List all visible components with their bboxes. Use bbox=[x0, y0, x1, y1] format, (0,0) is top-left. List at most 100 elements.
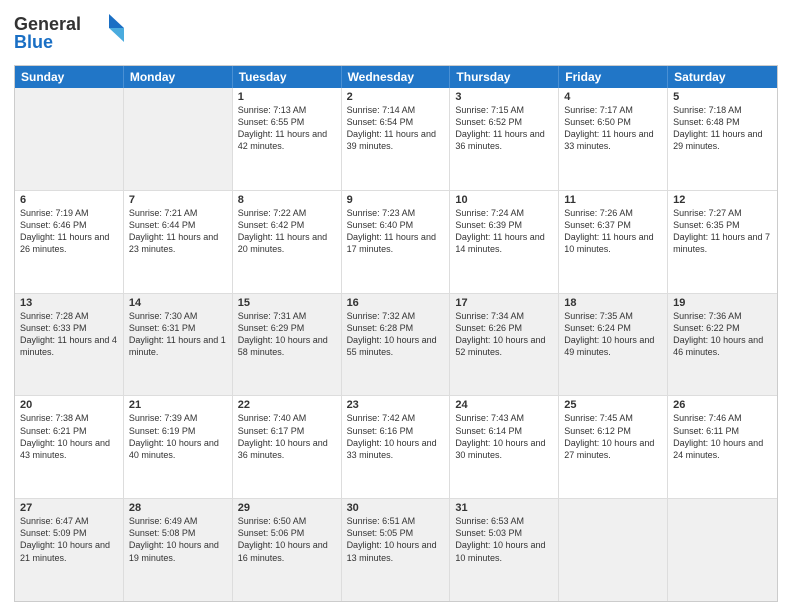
logo-text: General Blue bbox=[14, 10, 124, 59]
svg-text:General: General bbox=[14, 14, 81, 34]
calendar-cell: 18Sunrise: 7:35 AM Sunset: 6:24 PM Dayli… bbox=[559, 294, 668, 396]
day-number: 9 bbox=[347, 194, 445, 206]
calendar-cell bbox=[15, 88, 124, 190]
calendar-cell: 3Sunrise: 7:15 AM Sunset: 6:52 PM Daylig… bbox=[450, 88, 559, 190]
calendar-cell: 15Sunrise: 7:31 AM Sunset: 6:29 PM Dayli… bbox=[233, 294, 342, 396]
calendar-cell: 4Sunrise: 7:17 AM Sunset: 6:50 PM Daylig… bbox=[559, 88, 668, 190]
day-info: Sunrise: 7:21 AM Sunset: 6:44 PM Dayligh… bbox=[129, 207, 227, 256]
calendar-cell: 5Sunrise: 7:18 AM Sunset: 6:48 PM Daylig… bbox=[668, 88, 777, 190]
day-info: Sunrise: 7:28 AM Sunset: 6:33 PM Dayligh… bbox=[20, 310, 118, 359]
calendar-cell: 16Sunrise: 7:32 AM Sunset: 6:28 PM Dayli… bbox=[342, 294, 451, 396]
day-number: 7 bbox=[129, 194, 227, 206]
day-number: 4 bbox=[564, 91, 662, 103]
calendar-cell: 2Sunrise: 7:14 AM Sunset: 6:54 PM Daylig… bbox=[342, 88, 451, 190]
calendar-cell: 8Sunrise: 7:22 AM Sunset: 6:42 PM Daylig… bbox=[233, 191, 342, 293]
calendar-cell: 13Sunrise: 7:28 AM Sunset: 6:33 PM Dayli… bbox=[15, 294, 124, 396]
day-number: 31 bbox=[455, 502, 553, 514]
calendar-cell: 1Sunrise: 7:13 AM Sunset: 6:55 PM Daylig… bbox=[233, 88, 342, 190]
day-info: Sunrise: 7:46 AM Sunset: 6:11 PM Dayligh… bbox=[673, 412, 772, 461]
day-info: Sunrise: 6:51 AM Sunset: 5:05 PM Dayligh… bbox=[347, 515, 445, 564]
calendar-cell: 23Sunrise: 7:42 AM Sunset: 6:16 PM Dayli… bbox=[342, 396, 451, 498]
day-info: Sunrise: 7:32 AM Sunset: 6:28 PM Dayligh… bbox=[347, 310, 445, 359]
calendar-cell: 25Sunrise: 7:45 AM Sunset: 6:12 PM Dayli… bbox=[559, 396, 668, 498]
day-number: 21 bbox=[129, 399, 227, 411]
calendar-page: General Blue SundayMondayTuesdayWednesda… bbox=[0, 0, 792, 612]
calendar-cell bbox=[559, 499, 668, 601]
calendar-header-row: SundayMondayTuesdayWednesdayThursdayFrid… bbox=[15, 66, 777, 88]
calendar-week-4: 20Sunrise: 7:38 AM Sunset: 6:21 PM Dayli… bbox=[15, 395, 777, 498]
header-day-sunday: Sunday bbox=[15, 66, 124, 88]
calendar-cell: 24Sunrise: 7:43 AM Sunset: 6:14 PM Dayli… bbox=[450, 396, 559, 498]
calendar-cell: 28Sunrise: 6:49 AM Sunset: 5:08 PM Dayli… bbox=[124, 499, 233, 601]
day-number: 22 bbox=[238, 399, 336, 411]
calendar-cell: 10Sunrise: 7:24 AM Sunset: 6:39 PM Dayli… bbox=[450, 191, 559, 293]
calendar-week-3: 13Sunrise: 7:28 AM Sunset: 6:33 PM Dayli… bbox=[15, 293, 777, 396]
day-info: Sunrise: 7:42 AM Sunset: 6:16 PM Dayligh… bbox=[347, 412, 445, 461]
header-day-tuesday: Tuesday bbox=[233, 66, 342, 88]
day-info: Sunrise: 7:36 AM Sunset: 6:22 PM Dayligh… bbox=[673, 310, 772, 359]
day-info: Sunrise: 6:50 AM Sunset: 5:06 PM Dayligh… bbox=[238, 515, 336, 564]
day-info: Sunrise: 7:27 AM Sunset: 6:35 PM Dayligh… bbox=[673, 207, 772, 256]
calendar-cell: 20Sunrise: 7:38 AM Sunset: 6:21 PM Dayli… bbox=[15, 396, 124, 498]
day-number: 15 bbox=[238, 297, 336, 309]
day-info: Sunrise: 7:23 AM Sunset: 6:40 PM Dayligh… bbox=[347, 207, 445, 256]
day-info: Sunrise: 7:26 AM Sunset: 6:37 PM Dayligh… bbox=[564, 207, 662, 256]
day-info: Sunrise: 6:47 AM Sunset: 5:09 PM Dayligh… bbox=[20, 515, 118, 564]
day-number: 24 bbox=[455, 399, 553, 411]
day-info: Sunrise: 6:49 AM Sunset: 5:08 PM Dayligh… bbox=[129, 515, 227, 564]
header-day-wednesday: Wednesday bbox=[342, 66, 451, 88]
calendar-cell: 31Sunrise: 6:53 AM Sunset: 5:03 PM Dayli… bbox=[450, 499, 559, 601]
day-number: 8 bbox=[238, 194, 336, 206]
calendar-cell: 19Sunrise: 7:36 AM Sunset: 6:22 PM Dayli… bbox=[668, 294, 777, 396]
calendar-cell: 7Sunrise: 7:21 AM Sunset: 6:44 PM Daylig… bbox=[124, 191, 233, 293]
calendar-week-2: 6Sunrise: 7:19 AM Sunset: 6:46 PM Daylig… bbox=[15, 190, 777, 293]
day-number: 30 bbox=[347, 502, 445, 514]
day-info: Sunrise: 7:35 AM Sunset: 6:24 PM Dayligh… bbox=[564, 310, 662, 359]
calendar-cell: 29Sunrise: 6:50 AM Sunset: 5:06 PM Dayli… bbox=[233, 499, 342, 601]
day-number: 14 bbox=[129, 297, 227, 309]
calendar-cell: 26Sunrise: 7:46 AM Sunset: 6:11 PM Dayli… bbox=[668, 396, 777, 498]
day-number: 17 bbox=[455, 297, 553, 309]
day-info: Sunrise: 7:24 AM Sunset: 6:39 PM Dayligh… bbox=[455, 207, 553, 256]
svg-text:Blue: Blue bbox=[14, 32, 53, 52]
day-number: 10 bbox=[455, 194, 553, 206]
day-info: Sunrise: 6:53 AM Sunset: 5:03 PM Dayligh… bbox=[455, 515, 553, 564]
header-day-monday: Monday bbox=[124, 66, 233, 88]
day-number: 6 bbox=[20, 194, 118, 206]
day-info: Sunrise: 7:22 AM Sunset: 6:42 PM Dayligh… bbox=[238, 207, 336, 256]
calendar-cell: 9Sunrise: 7:23 AM Sunset: 6:40 PM Daylig… bbox=[342, 191, 451, 293]
day-number: 3 bbox=[455, 91, 553, 103]
day-number: 19 bbox=[673, 297, 772, 309]
calendar-week-1: 1Sunrise: 7:13 AM Sunset: 6:55 PM Daylig… bbox=[15, 88, 777, 190]
day-number: 29 bbox=[238, 502, 336, 514]
calendar-cell bbox=[668, 499, 777, 601]
calendar-cell: 6Sunrise: 7:19 AM Sunset: 6:46 PM Daylig… bbox=[15, 191, 124, 293]
day-number: 23 bbox=[347, 399, 445, 411]
day-number: 13 bbox=[20, 297, 118, 309]
calendar-cell: 21Sunrise: 7:39 AM Sunset: 6:19 PM Dayli… bbox=[124, 396, 233, 498]
day-number: 2 bbox=[347, 91, 445, 103]
day-info: Sunrise: 7:43 AM Sunset: 6:14 PM Dayligh… bbox=[455, 412, 553, 461]
calendar-body: 1Sunrise: 7:13 AM Sunset: 6:55 PM Daylig… bbox=[15, 88, 777, 601]
header-day-thursday: Thursday bbox=[450, 66, 559, 88]
header: General Blue bbox=[14, 10, 778, 59]
calendar-cell: 22Sunrise: 7:40 AM Sunset: 6:17 PM Dayli… bbox=[233, 396, 342, 498]
calendar-cell: 30Sunrise: 6:51 AM Sunset: 5:05 PM Dayli… bbox=[342, 499, 451, 601]
day-info: Sunrise: 7:14 AM Sunset: 6:54 PM Dayligh… bbox=[347, 104, 445, 153]
day-number: 25 bbox=[564, 399, 662, 411]
day-info: Sunrise: 7:40 AM Sunset: 6:17 PM Dayligh… bbox=[238, 412, 336, 461]
calendar: SundayMondayTuesdayWednesdayThursdayFrid… bbox=[14, 65, 778, 602]
calendar-cell: 27Sunrise: 6:47 AM Sunset: 5:09 PM Dayli… bbox=[15, 499, 124, 601]
day-number: 28 bbox=[129, 502, 227, 514]
day-info: Sunrise: 7:13 AM Sunset: 6:55 PM Dayligh… bbox=[238, 104, 336, 153]
logo-svg: General Blue bbox=[14, 10, 124, 54]
day-number: 16 bbox=[347, 297, 445, 309]
header-day-friday: Friday bbox=[559, 66, 668, 88]
day-info: Sunrise: 7:18 AM Sunset: 6:48 PM Dayligh… bbox=[673, 104, 772, 153]
day-number: 27 bbox=[20, 502, 118, 514]
header-day-saturday: Saturday bbox=[668, 66, 777, 88]
day-number: 12 bbox=[673, 194, 772, 206]
day-info: Sunrise: 7:31 AM Sunset: 6:29 PM Dayligh… bbox=[238, 310, 336, 359]
day-number: 20 bbox=[20, 399, 118, 411]
day-info: Sunrise: 7:15 AM Sunset: 6:52 PM Dayligh… bbox=[455, 104, 553, 153]
